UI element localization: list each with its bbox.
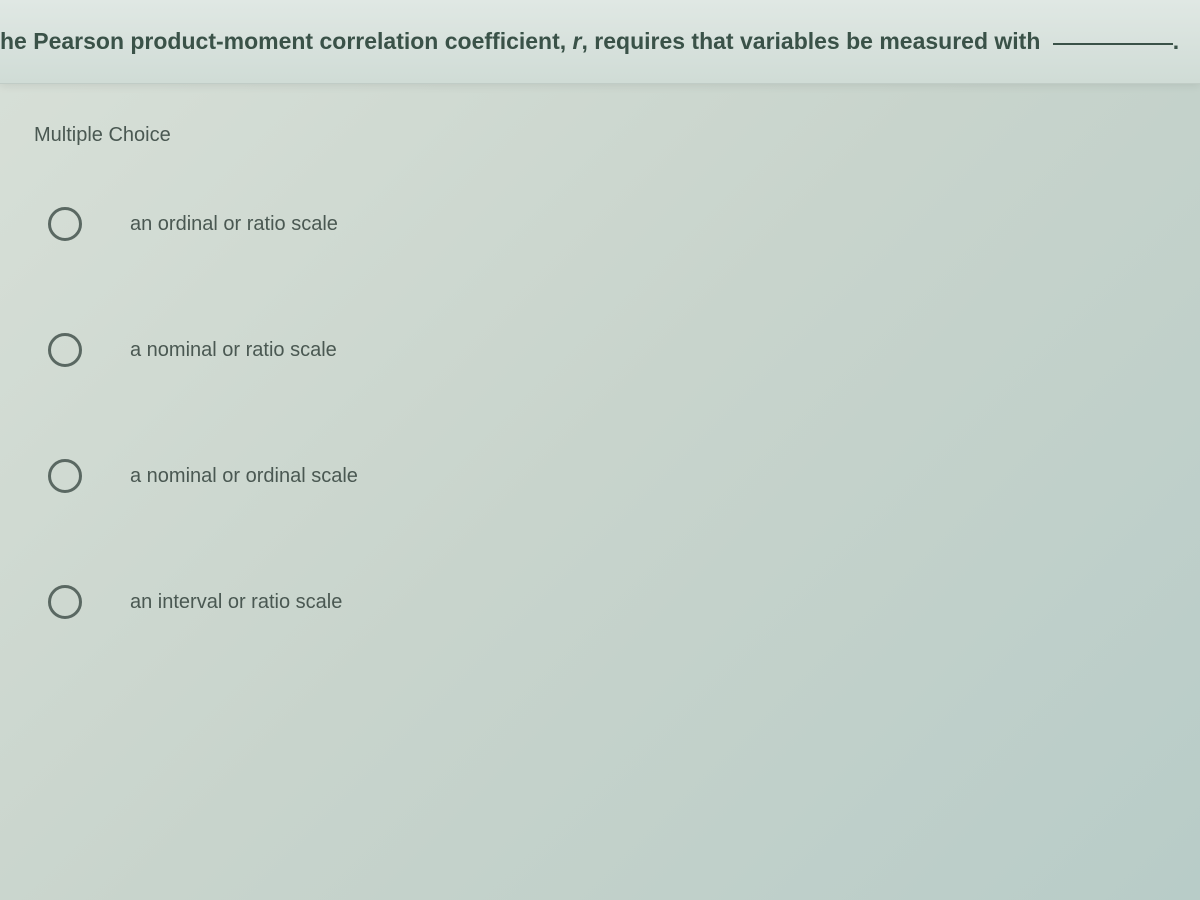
blank-line bbox=[1053, 43, 1173, 45]
multiple-choice-label: Multiple Choice bbox=[34, 124, 1170, 147]
option-row-1[interactable]: an ordinal or ratio scale bbox=[48, 207, 1170, 241]
radio-icon[interactable] bbox=[48, 207, 82, 241]
radio-icon[interactable] bbox=[48, 585, 82, 619]
content-area: Multiple Choice an ordinal or ratio scal… bbox=[0, 84, 1200, 649]
question-italic: r bbox=[573, 28, 582, 54]
option-row-4[interactable]: an interval or ratio scale bbox=[48, 585, 1170, 619]
option-label: an interval or ratio scale bbox=[130, 591, 342, 614]
radio-icon[interactable] bbox=[48, 459, 82, 493]
question-suffix: , requires that variables be measured wi… bbox=[582, 28, 1047, 54]
option-row-3[interactable]: a nominal or ordinal scale bbox=[48, 459, 1170, 493]
option-row-2[interactable]: a nominal or ratio scale bbox=[48, 333, 1170, 367]
option-label: a nominal or ordinal scale bbox=[130, 465, 358, 488]
question-bar: he Pearson product-moment correlation co… bbox=[0, 0, 1200, 84]
option-label: a nominal or ratio scale bbox=[130, 339, 337, 362]
options-list: an ordinal or ratio scale a nominal or r… bbox=[48, 207, 1170, 619]
question-text: he Pearson product-moment correlation co… bbox=[0, 28, 1179, 54]
radio-icon[interactable] bbox=[48, 333, 82, 367]
question-prefix: he Pearson product-moment correlation co… bbox=[0, 28, 573, 54]
option-label: an ordinal or ratio scale bbox=[130, 213, 338, 236]
question-trailing: . bbox=[1173, 28, 1179, 54]
